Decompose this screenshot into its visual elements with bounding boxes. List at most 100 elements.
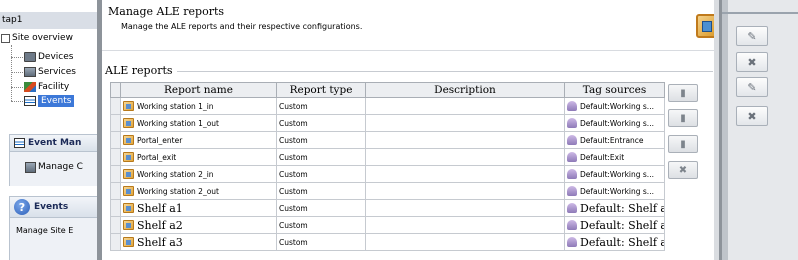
row-selector[interactable] [110,114,121,132]
tag-source: Default:Exit [580,152,625,162]
edit-report-button[interactable]: ▮ [668,109,698,127]
table-row[interactable]: Portal_exit Custom Default:Exit [110,148,665,166]
report-type-cell: Custom [276,216,366,234]
copy-report-button[interactable]: ▮ [668,135,698,153]
table-row[interactable]: Working station 1_in Custom Default:Workin… [110,97,665,115]
report-name-cell: Working station 1_in [120,97,277,115]
table-row[interactable]: Working station 1_out Custom Default:Worki… [110,114,665,132]
report-icon [123,118,134,128]
tree-connector [11,87,23,88]
row-selector[interactable] [110,97,121,115]
tool-button[interactable]: ✎ [736,26,768,46]
add-report-button[interactable]: ▮ [668,84,698,102]
report-name: Shelf a1 [137,201,183,215]
tag-sources-cell: Default:Working s... [564,165,665,183]
tag-sources-cell: Default: Shelf a1 [564,199,665,217]
table-row[interactable]: Working station 2_in Custom Default:Workin… [110,165,665,183]
report-name: Portal_enter [137,135,183,145]
dialog-title: Manage ALE reports [108,5,225,18]
table-row[interactable]: Shelf a3 Custom Default: Shelf a3 [110,233,665,251]
tree-item-devices[interactable]: Devices [24,50,73,64]
tree-item-site-overview[interactable]: Site overview [1,31,73,45]
tag-source: Default:Working s... [580,186,654,196]
report-name: Working station 1_out [137,118,219,128]
delete-alt-button[interactable]: ✖ [736,106,768,126]
report-name: Working station 2_in [137,169,214,179]
tree-item-label: Services [38,67,76,77]
group-border [105,71,713,72]
report-icon [123,203,134,213]
help-icon: ? [14,199,30,215]
description-cell [365,131,565,149]
tool-alt-button[interactable]: ✎ [736,77,768,97]
column-header-report-type[interactable]: Report type [276,82,366,98]
selector-column-header [110,82,121,98]
report-type-cell: Custom [276,97,366,115]
row-selector[interactable] [110,216,121,234]
description-cell [365,148,565,166]
section-title: Event Man [28,138,82,148]
pane-divider[interactable] [722,0,728,260]
report-name-cell: Portal_exit [120,148,277,166]
vertical-scrollbar[interactable] [714,0,719,260]
report-icon [123,237,134,247]
row-selector[interactable] [110,131,121,149]
copy-report-icon: ▮ [680,138,686,150]
manage-item[interactable]: Manage C [25,160,83,174]
table-row[interactable]: Shelf a2 Custom Default: Shelf a2 [110,216,665,234]
right-toolbar: ✎ ✖ ✎ ✖ [722,0,798,260]
devices-icon [24,52,36,62]
row-selector[interactable] [110,199,121,217]
event-management-section-header[interactable]: Event Man [9,134,97,152]
delete-button[interactable]: ✖ [736,52,768,72]
manage-site-events-item[interactable]: Manage Site E [16,223,73,237]
report-icon [123,152,134,162]
tag-source-icon [567,220,577,230]
tree-connector [11,45,12,101]
tool-icon: ✎ [747,29,757,43]
tree-item-facility[interactable]: Facility [24,80,69,94]
events-icon [24,96,36,106]
row-selector[interactable] [110,165,121,183]
ale-reports-table: Report name Report type Description Tag … [110,82,665,251]
table-row[interactable]: Shelf a1 Custom Default: Shelf a1 [110,199,665,217]
column-header-report-name[interactable]: Report name [120,82,277,98]
column-header-description[interactable]: Description [365,82,565,98]
description-cell [365,216,565,234]
table-row[interactable]: Portal_enter Custom Default:Entrance [110,131,665,149]
row-selector[interactable] [110,148,121,166]
column-header-tag-sources[interactable]: Tag sources [564,82,665,98]
tree-item-events[interactable]: Events [24,94,75,108]
tree-connector [11,57,23,58]
tag-source: Default:Working s... [580,101,654,111]
tag-source: Default: Shelf a3 [580,235,664,249]
tree-connector [11,101,23,102]
tree-item-label: Site overview [12,33,73,43]
tag-sources-cell: Default:Working s... [564,182,665,200]
report-icon [123,101,134,111]
report-name-cell: Shelf a2 [120,216,277,234]
report-type-cell: Custom [276,148,366,166]
row-selector[interactable] [110,233,121,251]
tree-item-label: Facility [38,82,70,92]
report-name-cell: Working station 2_in [120,165,277,183]
tag-source-icon [567,152,577,162]
report-name-cell: Shelf a1 [120,199,277,217]
report-type-cell: Custom [276,131,366,149]
table-row[interactable]: Working station 2_out Custom Default:Worki… [110,182,665,200]
tag-source: Default: Shelf a2 [580,218,664,232]
manage-item-label: Manage C [38,162,83,172]
report-type-cell: Custom [276,114,366,132]
events-section-header[interactable]: ? Events [9,196,97,218]
tree-item-services[interactable]: Services [24,65,76,79]
tag-source-icon [567,203,577,213]
report-icon [123,135,134,145]
event-list-icon [14,138,25,148]
delete-report-button[interactable]: ✖ [668,161,698,179]
row-selector[interactable] [110,182,121,200]
description-cell [365,182,565,200]
report-name-cell: Shelf a3 [120,233,277,251]
tag-source-icon [567,101,577,111]
tag-sources-cell: Default:Working s... [564,97,665,115]
tag-source-icon [567,186,577,196]
